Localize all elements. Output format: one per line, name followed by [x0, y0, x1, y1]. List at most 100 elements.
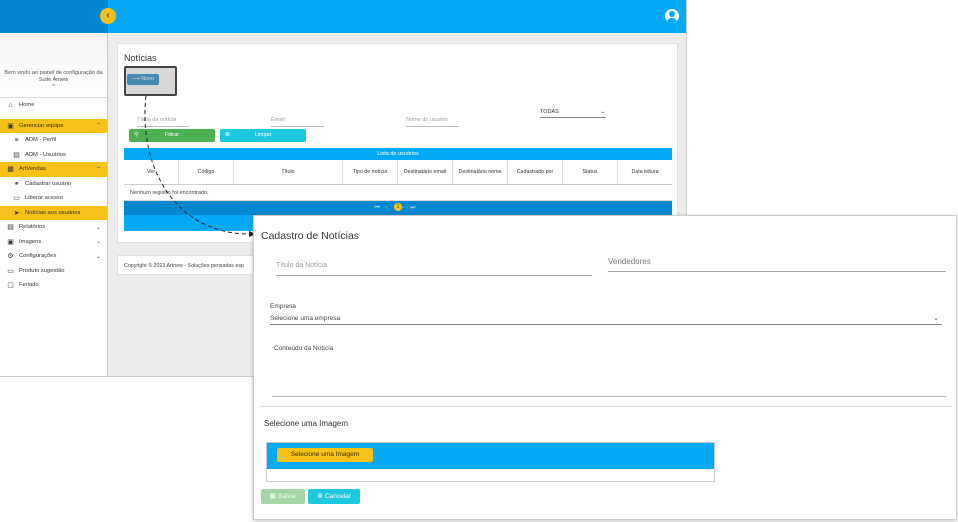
sidebar-item-label: Home: [19, 102, 35, 109]
sidebar-item-adm-perfil[interactable]: ≡ ADM - Perfil: [0, 133, 107, 148]
chevron-down-icon: ⌄: [600, 109, 605, 115]
company-select[interactable]: Selecione uma empresa ⌄: [270, 315, 942, 325]
sidebar-item-label: ADM - Usuários: [25, 151, 66, 158]
column-header[interactable]: Destinatário email: [397, 160, 452, 184]
chevron-up-icon: ⌃: [95, 123, 101, 130]
sidebar-nav: ⌂ Home ▣ Gerenciar equipe ⌃ ≡ ADM - Perfil ▤…: [0, 98, 107, 293]
chevron-down-icon: ⌄: [933, 315, 939, 322]
sidebar-item-liberar-acesso[interactable]: ▭ Liberar acesso: [0, 191, 107, 206]
store-icon: ▦: [7, 166, 14, 174]
title-filter-placeholder: Título da notícia: [137, 117, 177, 123]
welcome-text: Bem vindo ao painel de configuração da S…: [4, 70, 103, 83]
cancel-button[interactable]: ⊗ Cancelar: [308, 489, 360, 504]
column-header[interactable]: Tipo de notícia: [342, 160, 397, 184]
gear-icon: ⚙: [7, 253, 14, 261]
calendar-icon: ▢: [7, 282, 14, 290]
column-header[interactable]: Ver: [124, 160, 178, 184]
column-header[interactable]: Título: [233, 160, 342, 184]
first-page-icon[interactable]: ⏮: [375, 205, 386, 211]
cancel-button-label: Cancelar: [324, 493, 351, 500]
title-filter-input[interactable]: Título da notícia: [137, 117, 189, 127]
username-filter-input[interactable]: Nome do usuário: [406, 117, 459, 127]
sellers-placeholder: Vendedores: [608, 257, 651, 266]
sidebar-item-label: ADM - Perfil: [25, 137, 57, 144]
image-upload-bar: Selecione uma Imagem: [267, 443, 714, 469]
sidebar-item-artvendas[interactable]: ▦ ArtVendas ⌃: [0, 162, 107, 177]
content-label: Conteúdo da Notícia: [274, 345, 334, 352]
home-icon: ⌂: [8, 101, 13, 109]
save-icon: ▣: [269, 493, 277, 500]
account-icon[interactable]: [665, 9, 679, 23]
search-icon: ⚲: [134, 132, 139, 138]
chevron-up-icon: ⌃: [95, 166, 101, 173]
news-panel: Notícias ⟶ Novo Título da notícia Email …: [117, 43, 678, 243]
news-form-modal: Cadastro de Notícias Título da Notícia V…: [253, 215, 957, 520]
filter-button[interactable]: ⚲ Filtrar: [129, 129, 215, 142]
sidebar-item-feriado[interactable]: ▢ Feriado: [0, 278, 107, 293]
sidebar-item-cadastrar-usuario[interactable]: ⚭ Cadastrar usuário: [0, 177, 107, 192]
page-title: Notícias: [124, 53, 157, 63]
last-page-icon[interactable]: ⏭: [410, 205, 421, 211]
sidebar-item-imagens[interactable]: ▣ Imagens ⌄: [0, 235, 107, 250]
content-textarea[interactable]: [272, 396, 946, 397]
image-upload-area: Selecione uma Imagem: [266, 442, 715, 482]
sidebar-item-noticias-aos-usuarios[interactable]: ➤ Notícias aos usuários: [0, 205, 107, 220]
collapse-sidebar-button[interactable]: ‹: [100, 8, 116, 24]
select-image-button[interactable]: Selecione uma Imagem: [277, 448, 373, 462]
empty-table-message: Nenhum registro foi encontrado.: [124, 185, 672, 201]
sidebar-item-gerenciar-equipe[interactable]: ▣ Gerenciar equipe ⌃: [0, 118, 107, 133]
table-header: Ver Código Título Tipo de notícia Destin…: [124, 160, 672, 185]
clear-button[interactable]: ⊗ Limpar: [220, 129, 306, 142]
image-section-label: Selecione uma Imagem: [264, 419, 349, 428]
sidebar-item-label: Liberar acesso: [25, 195, 64, 202]
current-page[interactable]: 1: [394, 203, 402, 212]
chevron-down-icon: ⌄: [95, 224, 101, 231]
email-filter-placeholder: Email: [271, 117, 285, 123]
save-button-label: Salvar: [278, 493, 297, 500]
key-icon: ▭: [13, 195, 20, 203]
top-app-bar: [108, 0, 686, 33]
close-circle-icon: ⊗: [225, 132, 231, 138]
divider: [260, 406, 952, 407]
pagination: ⏮‹ 1 ›⏭: [124, 201, 672, 215]
sidebar-item-label: ArtVendas: [19, 166, 46, 173]
sidebar-item-label: Feriado: [19, 282, 39, 289]
status-filter-select[interactable]: TODAS ⌄: [540, 109, 606, 118]
sidebar-item-label: Imagens: [19, 238, 42, 245]
sidebar-item-label: Cadastrar usuário: [25, 180, 72, 187]
next-page-icon[interactable]: ›: [402, 205, 410, 211]
table-title: Lista de usuários: [124, 148, 672, 160]
sidebar-item-label: Notícias aos usuários: [25, 209, 81, 216]
add-user-icon: ⚭: [13, 180, 20, 188]
sidebar-item-relatorios[interactable]: ▤ Relatórios ⌄: [0, 220, 107, 235]
company-label: Empresa: [270, 303, 297, 310]
product-icon: ▭: [7, 267, 14, 275]
sidebar-item-adm-usuarios[interactable]: ▤ ADM - Usuários: [0, 148, 107, 163]
column-header[interactable]: Data leitura: [617, 160, 672, 184]
sidebar-item-home[interactable]: ⌂ Home: [0, 98, 107, 113]
column-header[interactable]: Destinatário nome: [452, 160, 507, 184]
email-filter-input[interactable]: Email: [271, 117, 324, 127]
sidebar: Bem vindo ao painel de configuração da S…: [0, 33, 108, 376]
badge-icon: ▣: [7, 122, 14, 130]
chevron-left-icon: ‹: [106, 10, 110, 21]
sellers-input[interactable]: Vendedores: [608, 257, 946, 272]
column-header[interactable]: Cadastrado por: [507, 160, 562, 184]
column-header[interactable]: Código: [178, 160, 233, 184]
chevron-up-icon[interactable]: ⌃: [0, 84, 107, 91]
send-icon: ➤: [13, 209, 20, 217]
sidebar-header-strip: [0, 0, 108, 33]
save-button[interactable]: ▣ Salvar: [261, 489, 305, 504]
sidebar-welcome: Bem vindo ao painel de configuração da S…: [0, 33, 107, 98]
column-header[interactable]: Status: [562, 160, 617, 184]
chevron-down-icon: ⌄: [95, 239, 101, 246]
sidebar-item-label: Gerenciar equipe: [19, 122, 64, 129]
news-title-placeholder: Título da Notícia: [276, 262, 327, 269]
prev-page-icon[interactable]: ‹: [386, 205, 394, 211]
sidebar-item-configuracoes[interactable]: ⚙ Configurações ⌄: [0, 249, 107, 264]
news-title-input[interactable]: Título da Notícia: [276, 262, 592, 276]
sidebar-item-produto-sugestao[interactable]: ▭ Produto sugestão: [0, 264, 107, 279]
filter-button-label: Filtrar: [164, 132, 180, 138]
sidebar-item-label: Configurações: [19, 253, 57, 260]
chevron-down-icon: ⌄: [95, 253, 101, 260]
